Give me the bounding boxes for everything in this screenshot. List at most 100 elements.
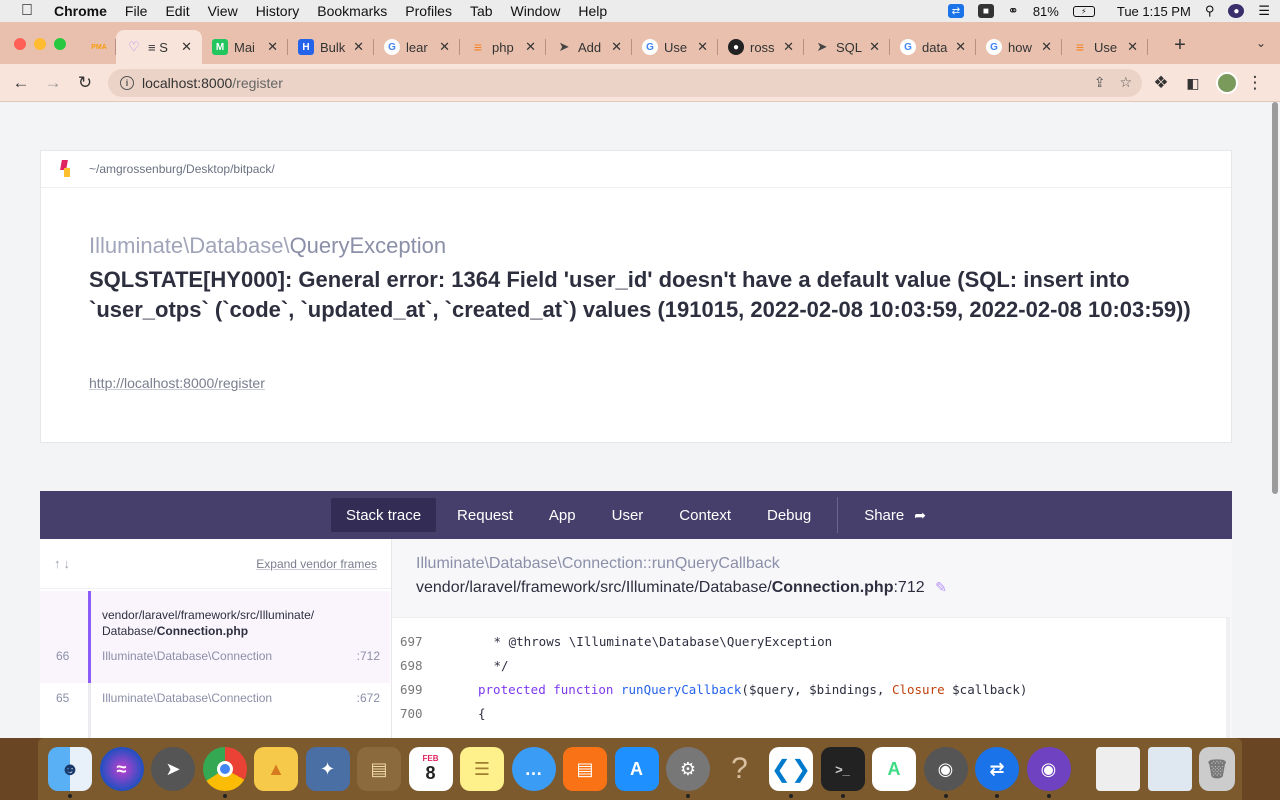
stack-frame-65[interactable]: 65 Illuminate\Database\Connection :672 [40,691,390,711]
teamviewer-icon[interactable]: ⇄ [947,4,964,18]
wifi-icon[interactable]: ⚭ [1008,3,1019,19]
tab-google-learn[interactable]: G lear ✕ [374,30,460,64]
menu-view[interactable]: View [208,3,238,19]
menu-help[interactable]: Help [578,3,607,19]
menu-app-name[interactable]: Chrome [54,3,107,19]
tab-context[interactable]: Context [664,498,746,532]
tab-google-data[interactable]: G data ✕ [890,30,976,64]
tab-app[interactable]: App [534,498,591,532]
scrollbar-thumb[interactable] [1272,102,1278,494]
close-tab-icon[interactable]: ✕ [1127,39,1138,55]
close-tab-icon[interactable]: ✕ [869,39,880,55]
reload-button[interactable]: ↻ [74,72,96,94]
close-window-button[interactable] [14,38,26,50]
trash-icon[interactable]: 🗑 [1199,747,1235,791]
tableplus-elephant-icon[interactable]: ▲ [254,747,298,791]
menu-edit[interactable]: Edit [165,3,189,19]
teamviewer-icon[interactable]: ⇄ [975,747,1019,798]
github-desktop-icon[interactable]: ◉ [1026,747,1071,798]
expand-vendor-frames-link[interactable]: Expand vendor frames [256,557,377,571]
share-button[interactable]: Share ➦ [849,498,941,532]
close-tab-icon[interactable]: ✕ [955,39,966,55]
android-studio-icon[interactable]: A [872,747,916,791]
tab-request[interactable]: Request [442,498,528,532]
tab-sql[interactable]: ➤ SQL ✕ [804,30,890,64]
spotlight-search-icon[interactable]: ⚲ [1205,3,1215,19]
tab-google-use[interactable]: G Use ✕ [632,30,718,64]
close-tab-icon[interactable]: ✕ [697,39,708,55]
apple-icon[interactable]:  [18,2,36,20]
edit-pencil-icon[interactable]: ✎ [935,579,947,595]
tab-mailtrap[interactable]: M Mai ✕ [202,30,288,64]
siri-icon[interactable]: ● [1228,4,1245,18]
frame-nav-arrows-icon[interactable]: ↑↓ [54,556,73,571]
new-tab-button[interactable]: + [1170,34,1190,57]
siri-icon[interactable]: ≈ [99,747,144,791]
tab-search-chevron-icon[interactable]: ⌄ [1256,36,1266,50]
notefile-icon[interactable]: ▤ [357,747,401,791]
tab-add[interactable]: ➤ Add ✕ [546,30,632,64]
tab-user[interactable]: User [597,498,659,532]
app-store-icon[interactable]: A [614,747,659,791]
help-icon[interactable]: ? [718,747,762,791]
system-preferences-icon[interactable]: ⚙ [666,747,710,798]
tab-github-ross[interactable]: ● ross ✕ [718,30,804,64]
menu-window[interactable]: Window [511,3,561,19]
battery-icon[interactable]: ⚡ [1072,5,1095,17]
finder-icon[interactable]: ☻ [48,747,92,798]
info-icon[interactable]: i [120,76,134,90]
minimize-window-button[interactable] [34,38,46,50]
address-bar[interactable]: i localhost:8000/register ⇪ ☆ [108,69,1142,97]
close-tab-icon[interactable]: ✕ [783,39,794,55]
minimized-window-thumbnail[interactable] [1147,747,1192,791]
tableplus-icon[interactable]: ◉ [923,747,968,798]
menu-tab[interactable]: Tab [470,3,493,19]
menu-profiles[interactable]: Profiles [405,3,452,19]
tab-stackoverflow-use[interactable]: ≡ Use ✕ [1062,30,1148,64]
control-center-icon[interactable]: ☰ [1258,3,1270,19]
tab-stack-trace[interactable]: Stack trace [331,498,437,532]
tab-google-how[interactable]: G how ✕ [976,30,1062,64]
profile-avatar[interactable] [1216,72,1238,94]
share-page-icon[interactable]: ⇪ [1094,74,1106,91]
messages-icon[interactable]: … [511,747,556,791]
vscode-icon[interactable]: ❮❯ [769,747,813,798]
close-tab-icon[interactable]: ✕ [611,39,622,55]
page-scrollbar[interactable] [1270,102,1280,738]
menu-bookmarks[interactable]: Bookmarks [317,3,387,19]
bookmark-star-icon[interactable]: ☆ [1119,74,1132,91]
close-tab-icon[interactable]: ✕ [181,39,192,55]
books-icon[interactable]: ▤ [563,747,607,791]
extensions-puzzle-icon[interactable]: ❖ [1150,72,1172,94]
close-tab-icon[interactable]: ✕ [1041,39,1052,55]
menu-file[interactable]: File [125,3,148,19]
menu-history[interactable]: History [256,3,300,19]
sequel-pro-icon[interactable]: ✦ [305,747,350,791]
launchpad-icon[interactable]: ➤ [151,747,195,791]
screen-icon[interactable]: ■ [977,4,994,18]
calendar-icon[interactable]: FEB 8 [408,747,453,791]
tab-debug[interactable]: Debug [752,498,826,532]
tab-bulk[interactable]: H Bulk ✕ [288,30,374,64]
terminal-icon[interactable]: >_ [820,747,865,798]
forward-button[interactable]: → [42,72,64,94]
close-tab-icon[interactable]: ✕ [353,39,364,55]
chrome-icon[interactable] [202,747,247,798]
stack-frame-66[interactable]: 66 Illuminate\Database\Connection :712 [40,649,390,669]
chrome-menu-icon[interactable]: ⋮ [1244,72,1266,94]
zoom-window-button[interactable] [54,38,66,50]
ignition-logo-icon[interactable] [59,160,73,178]
close-tab-icon[interactable]: ✕ [267,39,278,55]
back-button[interactable]: ← [10,72,32,94]
request-url-link[interactable]: http://localhost:8000/register [89,375,265,391]
address-url[interactable]: localhost:8000/register [142,75,283,91]
side-panel-icon[interactable]: ◧ [1182,72,1204,94]
notes-icon[interactable]: ☰ [460,747,504,791]
tab-current[interactable]: ♡ ≡ S ✕ [116,30,202,64]
close-tab-icon[interactable]: ✕ [439,39,450,55]
close-tab-icon[interactable]: ✕ [525,39,536,55]
tab-stackoverflow-php[interactable]: ≡ php ✕ [460,30,546,64]
tab-pinned-pma[interactable]: PMA [82,30,116,64]
minimized-window-thumbnail[interactable] [1096,747,1140,791]
clock[interactable]: Tue 1:15 PM [1117,4,1191,19]
